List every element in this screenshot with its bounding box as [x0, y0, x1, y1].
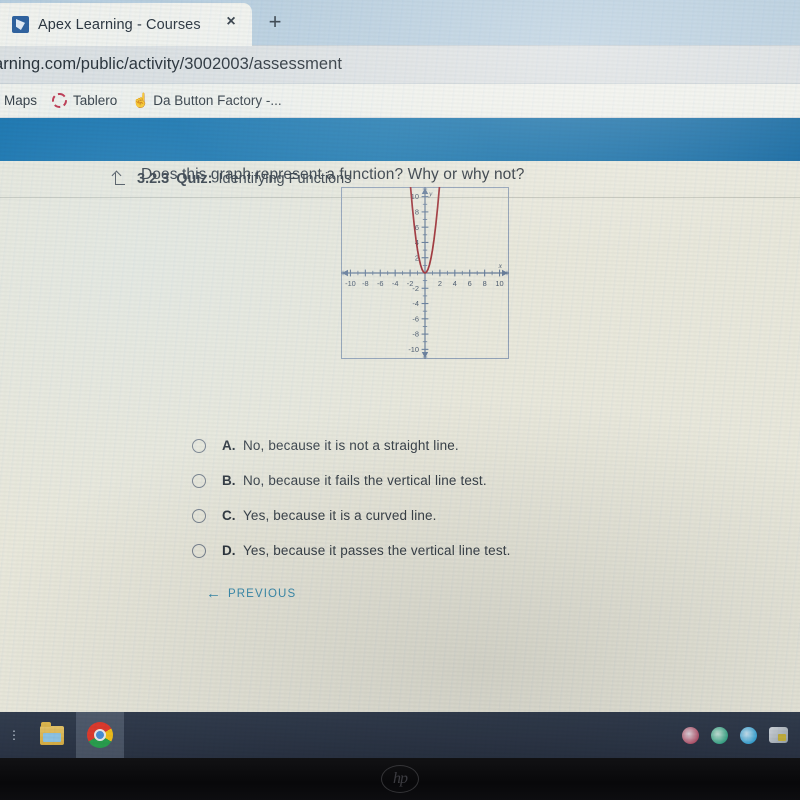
x-tick-label: 8 — [483, 279, 487, 288]
start-button[interactable]: ⋮ — [0, 728, 28, 742]
choice-text: No, because it fails the vertical line t… — [243, 473, 487, 488]
tray-icon-3[interactable] — [740, 726, 757, 744]
tray-icon-1[interactable] — [682, 726, 699, 744]
bookmark-label: Tablero — [73, 93, 118, 108]
x-axis-label: x — [498, 261, 503, 270]
photographed-laptop-screen: Apex Learning - Courses × + arning.com/p… — [0, 0, 800, 800]
laptop-bezel: hp — [0, 758, 800, 800]
folder-icon — [40, 721, 64, 745]
choice-letter: B. — [222, 473, 236, 488]
dashed-circle-icon — [52, 93, 68, 108]
bookmarks-bar: Maps Tablero ☝ Da Button Factory -... — [0, 84, 800, 118]
new-tab-button[interactable]: + — [264, 11, 286, 33]
answer-choices-list: A. No, because it is not a straight line… — [192, 428, 592, 568]
browser-window: Apex Learning - Courses × + arning.com/p… — [0, 0, 800, 712]
bookmark-label: Maps — [4, 93, 38, 108]
x-tick-label: 6 — [468, 279, 472, 288]
address-bar[interactable]: arning.com/public/activity/3002003/asses… — [0, 46, 800, 84]
apex-favicon — [12, 16, 29, 33]
x-tick-label: -10 — [345, 279, 356, 288]
tab-strip-background — [280, 0, 800, 46]
radio-button[interactable] — [192, 438, 206, 453]
previous-button[interactable]: ← PREVIOUS — [206, 586, 296, 601]
function-graph: -10 -8 -6 -4 -2 2 4 6 8 10 10 8 6 4 2 -2 -4 -6 -8 -10 x y — [341, 187, 509, 359]
hp-logo: hp — [381, 765, 419, 793]
bookmark-tablero[interactable]: Tablero — [52, 93, 117, 108]
apex-learning-page: 3.2.3 Quiz: Identifying Functions Does t… — [0, 118, 800, 712]
back-arrow-icon[interactable] — [112, 171, 127, 187]
bookmark-da-button-factory[interactable]: ☝ Da Button Factory -... — [132, 92, 282, 109]
system-tray — [682, 712, 796, 758]
answer-choice-a[interactable]: A. No, because it is not a straight line… — [192, 428, 592, 463]
choice-text: Yes, because it is a curved line. — [243, 508, 437, 523]
url-text: arning.com/public/activity/3002003/asses… — [0, 55, 343, 73]
windows-taskbar: ⋮ — [0, 712, 800, 758]
choice-letter: C. — [222, 508, 236, 523]
y-tick-label: -2 — [412, 284, 419, 293]
close-icon[interactable]: × — [222, 13, 240, 31]
apex-navigation-bar — [0, 118, 800, 161]
chrome-icon — [87, 722, 113, 748]
pointing-hand-icon: ☝ — [132, 92, 150, 108]
choice-text: Yes, because it passes the vertical line… — [243, 543, 511, 558]
taskbar-item-google-chrome[interactable] — [76, 712, 124, 758]
x-tick-label: -8 — [362, 279, 369, 288]
x-tick-label: 10 — [495, 279, 503, 288]
radio-button[interactable] — [192, 473, 206, 488]
y-tick-label: -4 — [412, 299, 419, 308]
radio-button[interactable] — [192, 543, 206, 558]
answer-choice-b[interactable]: B. No, because it fails the vertical lin… — [192, 463, 592, 498]
answer-choice-d[interactable]: D. Yes, because it passes the vertical l… — [192, 533, 592, 568]
graph-svg: -10 -8 -6 -4 -2 2 4 6 8 10108642-2-4-6-8-10xy — [341, 187, 509, 359]
y-tick-label: -8 — [412, 330, 419, 339]
x-tick-label: 2 — [438, 279, 442, 288]
left-arrow-icon: ← — [206, 585, 221, 602]
tray-icon-2[interactable] — [711, 726, 728, 744]
y-axis-label: y — [428, 189, 433, 198]
x-tick-label: -4 — [392, 279, 399, 288]
browser-tab-apex-learning[interactable]: Apex Learning - Courses — [0, 3, 252, 46]
choice-letter: D. — [222, 543, 236, 558]
browser-tab-strip: Apex Learning - Courses × + — [0, 0, 800, 46]
tab-title: Apex Learning - Courses — [38, 16, 201, 33]
y-tick-label: 8 — [415, 208, 419, 217]
radio-button[interactable] — [192, 508, 206, 523]
choice-text: No, because it is not a straight line. — [243, 438, 459, 453]
y-tick-label: -10 — [408, 345, 419, 354]
question-text: Does this graph represent a function? Wh… — [141, 166, 525, 183]
x-tick-label: 4 — [453, 279, 457, 288]
bookmark-maps[interactable]: Maps — [4, 93, 37, 108]
tray-icon-4[interactable] — [769, 727, 788, 743]
previous-button-label: PREVIOUS — [228, 587, 297, 600]
y-tick-label: -6 — [412, 314, 419, 323]
choice-letter: A. — [222, 438, 236, 453]
taskbar-item-file-explorer[interactable] — [28, 712, 76, 758]
answer-choice-c[interactable]: C. Yes, because it is a curved line. — [192, 498, 592, 533]
x-tick-label: -6 — [377, 279, 384, 288]
bookmark-label: Da Button Factory -... — [153, 93, 282, 108]
